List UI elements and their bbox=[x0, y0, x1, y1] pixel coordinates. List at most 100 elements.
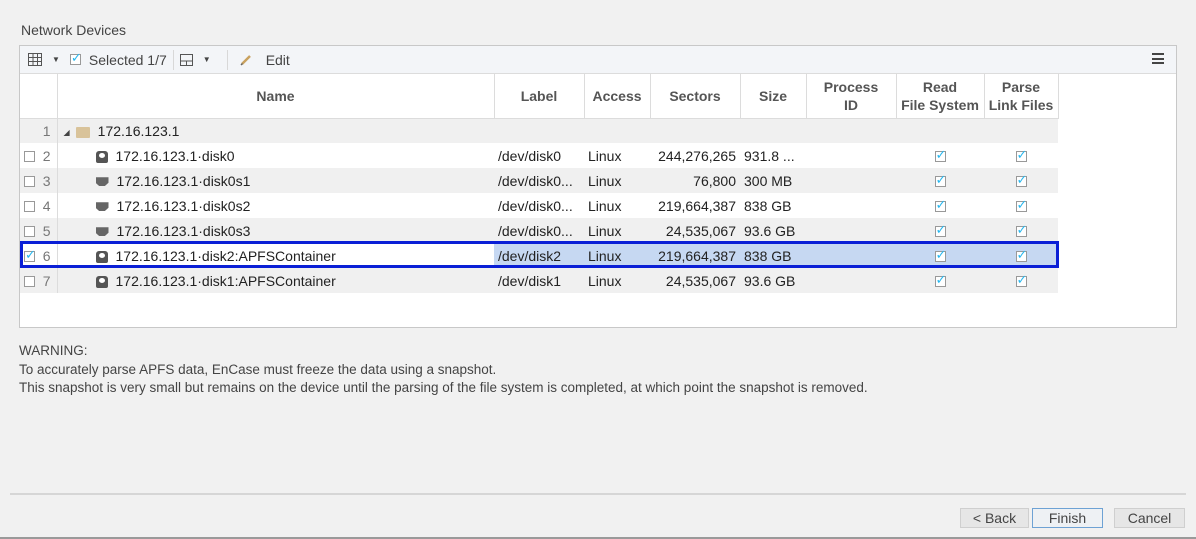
name-cell[interactable]: ◢ 172.16.123.1 bbox=[57, 118, 494, 143]
header-sectors[interactable]: Sectors bbox=[650, 74, 741, 119]
row-number-cell: 3 bbox=[20, 168, 58, 193]
parse-link-files-checkbox[interactable] bbox=[1015, 197, 1027, 213]
row-number: 1 bbox=[42, 122, 51, 139]
name-cell[interactable]: 172.16.123.1·disk0 bbox=[57, 143, 494, 168]
header-line: Read bbox=[922, 78, 958, 95]
parse-link-files-cell bbox=[984, 268, 1058, 293]
edit-label: Edit bbox=[265, 51, 290, 68]
table-row[interactable]: 2 172.16.123.1·disk0/dev/disk0 Linux 244,27… bbox=[20, 143, 1058, 168]
row-select-checkbox[interactable] bbox=[24, 201, 35, 213]
footer-divider bbox=[10, 493, 1186, 495]
label-cell: /dev/disk0... bbox=[494, 218, 584, 243]
label-cell: /dev/disk2 bbox=[494, 243, 584, 268]
table-row[interactable]: 7 172.16.123.1·disk1:APFSContainer/dev/di… bbox=[20, 268, 1058, 293]
row-select-checkbox[interactable] bbox=[24, 176, 35, 188]
sectors-cell: 24,535,067 bbox=[650, 268, 740, 293]
row-number: 2 bbox=[42, 147, 51, 164]
pencil-icon bbox=[240, 54, 251, 66]
read-file-system-checkbox[interactable] bbox=[934, 197, 946, 213]
row-number-cell: 7 bbox=[20, 268, 58, 293]
row-number: 6 bbox=[42, 247, 51, 264]
header-name[interactable]: Name bbox=[57, 74, 495, 119]
row-select-checkbox[interactable] bbox=[24, 276, 35, 288]
row-select-checkbox[interactable] bbox=[24, 226, 35, 238]
read-file-system-cell bbox=[896, 193, 984, 218]
selected-toggle[interactable]: Selected 1/7 bbox=[69, 46, 167, 74]
hamburger-menu-icon[interactable] bbox=[1152, 53, 1164, 64]
access-cell bbox=[584, 118, 650, 143]
edit-button[interactable]: Edit bbox=[240, 46, 290, 74]
name-cell[interactable]: 172.16.123.1·disk0s1 bbox=[57, 168, 494, 193]
warning-message: WARNING: To accurately parse APFS data, … bbox=[19, 342, 868, 398]
finish-button[interactable]: Finish bbox=[1032, 508, 1103, 528]
row-number: 3 bbox=[42, 172, 51, 189]
name-cell[interactable]: 172.16.123.1·disk0s2 bbox=[57, 193, 494, 218]
devices-table: Name Label Access Sectors Size Process ID… bbox=[20, 74, 1059, 293]
parse-link-files-cell bbox=[984, 218, 1058, 243]
read-file-system-checkbox[interactable] bbox=[934, 172, 946, 188]
access-cell: Linux bbox=[584, 268, 650, 293]
header-line: Process bbox=[823, 78, 879, 95]
device-name: 172.16.123.1·disk0s2 bbox=[116, 197, 251, 214]
size-cell: 300 MB bbox=[740, 168, 806, 193]
header-read-file-system[interactable]: Read File System bbox=[896, 74, 985, 119]
folder-icon bbox=[75, 126, 90, 138]
size-cell: 93.6 GB bbox=[740, 268, 806, 293]
header-size[interactable]: Size bbox=[740, 74, 807, 119]
process-id-cell bbox=[806, 118, 896, 143]
parse-link-files-cell bbox=[984, 118, 1058, 143]
header-line: Parse bbox=[1001, 78, 1041, 95]
warning-title: WARNING: bbox=[19, 343, 88, 358]
row-select-checkbox[interactable] bbox=[24, 247, 36, 263]
chevron-down-icon: ▼ bbox=[52, 55, 60, 64]
row-select-checkbox[interactable] bbox=[24, 151, 35, 163]
parse-link-files-checkbox[interactable] bbox=[1015, 222, 1027, 238]
label-cell: /dev/disk0... bbox=[494, 168, 584, 193]
access-cell: Linux bbox=[584, 143, 650, 168]
header-line: ID bbox=[844, 96, 858, 113]
table-row[interactable]: 4 172.16.123.1·disk0s2/dev/disk0... Linux 2… bbox=[20, 193, 1058, 218]
disk-icon bbox=[95, 275, 108, 288]
row-number-cell: 4 bbox=[20, 193, 58, 218]
parse-link-files-checkbox[interactable] bbox=[1015, 272, 1027, 288]
name-cell[interactable]: 172.16.123.1·disk2:APFSContainer bbox=[57, 243, 494, 268]
expand-collapse-icon[interactable]: ◢ bbox=[64, 128, 70, 137]
device-name: 172.16.123.1·disk0s1 bbox=[116, 172, 251, 189]
name-cell[interactable]: 172.16.123.1·disk1:APFSContainer bbox=[57, 268, 494, 293]
table-row[interactable]: 3 172.16.123.1·disk0s1/dev/disk0... Linux 7… bbox=[20, 168, 1058, 193]
row-number-cell: 1 bbox=[20, 118, 58, 143]
toolbar-divider bbox=[226, 49, 228, 70]
read-file-system-checkbox[interactable] bbox=[934, 247, 946, 263]
table-row[interactable]: 6 172.16.123.1·disk2:APFSContainer/dev/di… bbox=[20, 243, 1058, 268]
size-cell: 931.8 ... bbox=[740, 143, 806, 168]
back-button[interactable]: < Back bbox=[960, 508, 1029, 528]
table-row[interactable]: 5 172.16.123.1·disk0s3/dev/disk0... Linux 2… bbox=[20, 218, 1058, 243]
header-label[interactable]: Label bbox=[494, 74, 585, 119]
grid-view-menu[interactable]: ▼ bbox=[28, 46, 70, 74]
read-file-system-checkbox[interactable] bbox=[934, 272, 946, 288]
cancel-button[interactable]: Cancel bbox=[1114, 508, 1185, 528]
parse-link-files-cell bbox=[984, 143, 1058, 168]
read-file-system-cell bbox=[896, 168, 984, 193]
layout-menu[interactable]: ▼ bbox=[179, 46, 221, 74]
parse-link-files-checkbox[interactable] bbox=[1015, 247, 1027, 263]
header-access[interactable]: Access bbox=[584, 74, 651, 119]
read-file-system-cell bbox=[896, 118, 984, 143]
label-cell: /dev/disk1 bbox=[494, 268, 584, 293]
row-number: 7 bbox=[42, 272, 51, 289]
parse-link-files-checkbox[interactable] bbox=[1015, 172, 1027, 188]
table-header: Name Label Access Sectors Size Process ID… bbox=[20, 74, 1059, 119]
read-file-system-checkbox[interactable] bbox=[934, 222, 946, 238]
disk-icon bbox=[95, 150, 108, 163]
chevron-down-icon: ▼ bbox=[202, 55, 211, 64]
header-process-id[interactable]: Process ID bbox=[806, 74, 897, 119]
access-cell: Linux bbox=[584, 218, 650, 243]
header-parse-link-files[interactable]: Parse Link Files bbox=[984, 74, 1059, 119]
size-cell bbox=[740, 118, 806, 143]
row-number-cell: 2 bbox=[20, 143, 58, 168]
table-row[interactable]: 1 ◢ 172.16.123.1 bbox=[20, 118, 1058, 143]
access-cell: Linux bbox=[584, 193, 650, 218]
parse-link-files-checkbox[interactable] bbox=[1015, 147, 1027, 163]
name-cell[interactable]: 172.16.123.1·disk0s3 bbox=[57, 218, 494, 243]
read-file-system-checkbox[interactable] bbox=[934, 147, 946, 163]
